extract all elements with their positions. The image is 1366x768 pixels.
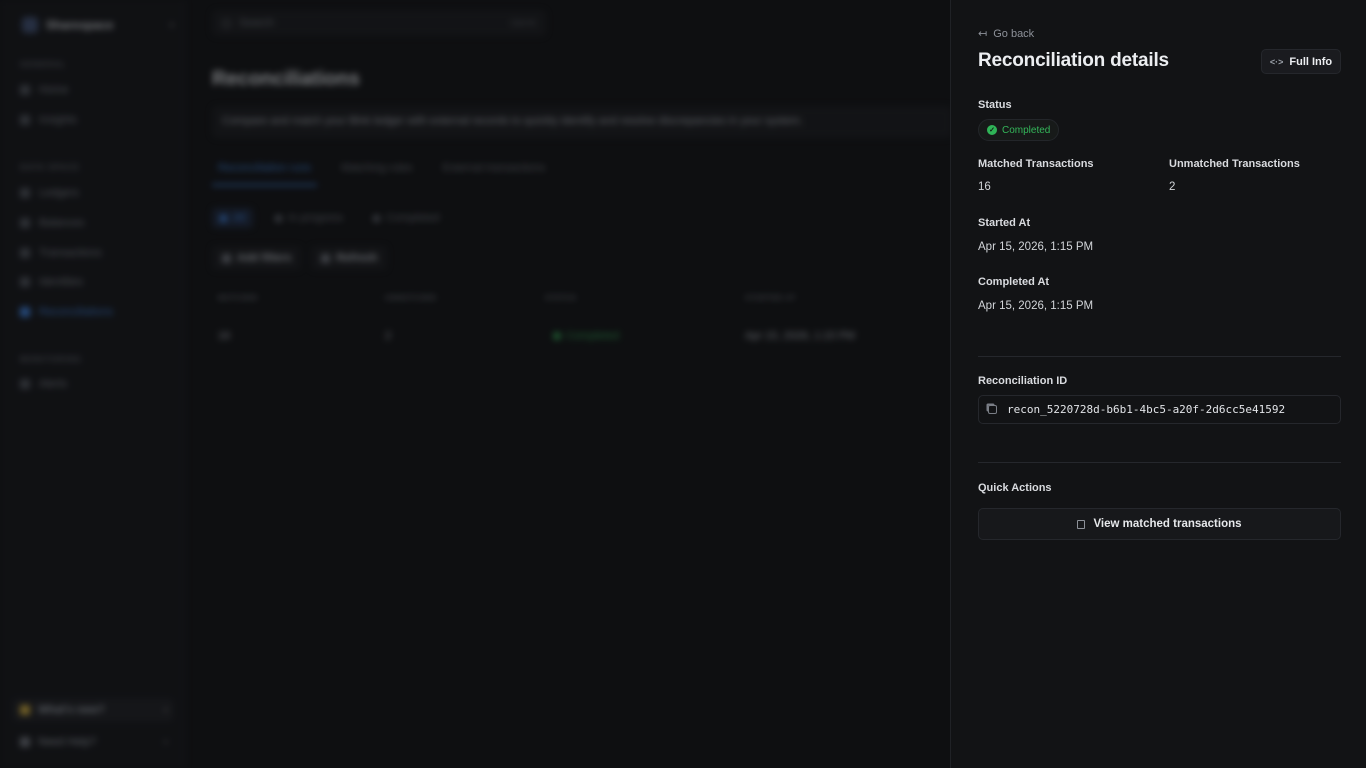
reconciliation-details-panel: ↤ Go back Reconciliation details <·> Ful… bbox=[950, 0, 1366, 768]
tab-matching-rules[interactable]: Matching rules bbox=[335, 162, 419, 186]
tab-external-transactions[interactable]: External transactions bbox=[436, 162, 551, 186]
table-header-status: STATUS bbox=[545, 295, 577, 302]
table-actions: Add filters Refresh bbox=[212, 246, 388, 270]
page-title: Reconciliations bbox=[212, 68, 360, 90]
table-cell-unmatched[interactable]: 2 bbox=[385, 330, 391, 342]
quick-actions-label: Quick Actions bbox=[978, 482, 1052, 494]
arrow-left-icon: ↤ bbox=[978, 28, 988, 40]
status-label: Status bbox=[978, 99, 1012, 111]
expand-icon: <·> bbox=[1269, 56, 1284, 67]
reconciliation-id-label: Reconciliation ID bbox=[978, 375, 1068, 387]
sidebar-item-alerts[interactable]: Alerts bbox=[20, 378, 67, 390]
chevron-down-icon: ▾ bbox=[163, 704, 168, 715]
shortcut-hint: Ctrl+K bbox=[510, 18, 536, 28]
unmatched-transactions-value: 2 bbox=[1169, 181, 1176, 193]
table-header-matched: MATCHED bbox=[218, 295, 259, 302]
full-info-button[interactable]: <·> Full Info bbox=[1261, 49, 1341, 74]
workspace-name: Sharespace bbox=[46, 18, 114, 32]
need-help-button[interactable]: Need Help? ▾ bbox=[12, 730, 174, 754]
reconciliation-id-field[interactable]: recon_5220728d-b6b1-4bc5-a20f-2d6cc5e415… bbox=[978, 395, 1341, 424]
workspace-logo bbox=[22, 17, 38, 33]
plus-icon bbox=[222, 253, 231, 263]
identity-icon bbox=[20, 277, 30, 287]
sidebar-item-identities[interactable]: Identities bbox=[20, 276, 83, 288]
filter-chip-completed[interactable]: Completed bbox=[365, 208, 447, 228]
view-matched-transactions-button[interactable]: View matched transactions bbox=[978, 508, 1341, 540]
sidebar-item-transactions[interactable]: Transactions bbox=[20, 247, 102, 259]
go-back-link[interactable]: ↤ Go back bbox=[978, 27, 1034, 41]
workspace-switcher[interactable]: Sharespace ▾ bbox=[14, 12, 174, 38]
table-header-started-at: STARTED AT bbox=[745, 295, 797, 302]
sidebar: Sharespace ▾ GENERAL Home Insights DATA … bbox=[0, 0, 185, 768]
sidebar-item-balances[interactable]: Balances bbox=[20, 217, 84, 229]
matched-transactions-label: Matched Transactions bbox=[978, 158, 1094, 170]
sidebar-item-insights[interactable]: Insights bbox=[20, 114, 77, 126]
transactions-icon bbox=[20, 248, 30, 258]
search-input[interactable]: Search Ctrl+K bbox=[212, 10, 546, 36]
ledger-icon bbox=[20, 188, 30, 198]
sparkle-icon bbox=[20, 705, 30, 715]
sidebar-item-ledgers[interactable]: Ledgers bbox=[20, 187, 79, 199]
tab-reconciliation-runs[interactable]: Reconciliation runs bbox=[212, 162, 317, 186]
check-circle-icon: ✓ bbox=[987, 125, 997, 135]
table-header-unmatched: UNMATCHED bbox=[385, 295, 437, 302]
bell-icon bbox=[20, 379, 30, 389]
reconciliation-id-value: recon_5220728d-b6b1-4bc5-a20f-2d6cc5e415… bbox=[1007, 403, 1286, 416]
started-at-label: Started At bbox=[978, 217, 1031, 229]
divider bbox=[978, 462, 1341, 463]
table-cell-started-at[interactable]: Apr 15, 2026, 1:15 PM bbox=[745, 330, 855, 342]
filter-chip-all[interactable]: All bbox=[212, 208, 254, 228]
insights-icon bbox=[20, 115, 30, 125]
filter-chips: All In progress Completed bbox=[212, 208, 447, 228]
add-filters-button[interactable]: Add filters bbox=[212, 246, 302, 270]
sidebar-item-reconciliations[interactable]: Reconciliations bbox=[20, 306, 113, 318]
panel-title: Reconciliation details bbox=[978, 50, 1169, 71]
refresh-icon bbox=[321, 253, 331, 263]
tab-bar: Reconciliation runs Matching rules Exter… bbox=[212, 162, 551, 186]
reconciliation-icon bbox=[20, 307, 30, 317]
table-cell-matched[interactable]: 16 bbox=[218, 330, 230, 342]
chevron-down-icon: ▾ bbox=[169, 19, 174, 30]
filter-chip-in-progress[interactable]: In progress bbox=[267, 208, 351, 228]
table-cell-status[interactable]: Completed bbox=[553, 330, 619, 342]
status-badge: ✓ Completed bbox=[978, 119, 1060, 141]
status-dot bbox=[553, 332, 561, 340]
document-icon bbox=[1077, 519, 1086, 529]
sidebar-section-title: MONITORING bbox=[20, 355, 82, 364]
background-app: Sharespace ▾ GENERAL Home Insights DATA … bbox=[0, 0, 952, 768]
copy-icon[interactable] bbox=[988, 405, 997, 414]
page-description: Compare and match your Blnk ledger with … bbox=[212, 106, 952, 138]
balance-icon bbox=[20, 218, 30, 228]
help-icon bbox=[20, 737, 30, 747]
completed-at-value: Apr 15, 2026, 1:15 PM bbox=[978, 300, 1094, 312]
whats-new-button[interactable]: What's new? ▾ bbox=[12, 698, 174, 722]
sidebar-section-title: GENERAL bbox=[20, 60, 67, 69]
divider bbox=[978, 356, 1341, 357]
chevron-down-icon: ▾ bbox=[163, 736, 168, 747]
completed-at-label: Completed At bbox=[978, 276, 1050, 288]
refresh-button[interactable]: Refresh bbox=[311, 246, 388, 270]
sidebar-section-title: DATA SPACE bbox=[20, 163, 80, 172]
started-at-value: Apr 15, 2026, 1:15 PM bbox=[978, 241, 1094, 253]
search-icon bbox=[222, 18, 231, 28]
matched-transactions-value: 16 bbox=[978, 181, 991, 193]
home-icon bbox=[20, 85, 30, 95]
sidebar-item-home[interactable]: Home bbox=[20, 84, 68, 96]
app-root: Sharespace ▾ GENERAL Home Insights DATA … bbox=[0, 0, 1366, 768]
unmatched-transactions-label: Unmatched Transactions bbox=[1169, 158, 1300, 170]
